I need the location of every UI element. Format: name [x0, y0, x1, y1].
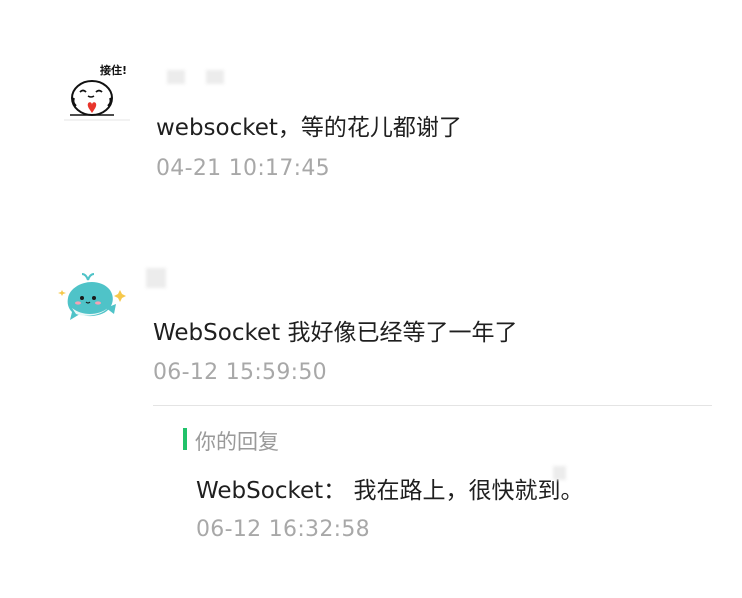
whale-avatar-icon[interactable]	[58, 268, 130, 326]
catch-sticker-avatar-icon[interactable]: 接住!	[64, 58, 130, 124]
avatar-caption: 接住!	[100, 63, 127, 77]
reply-text: WebSocket： 我在路上，很快就到。	[196, 478, 584, 504]
reply-timestamp: 06-12 16:32:58	[196, 517, 370, 542]
comment-timestamp: 04-21 10:17:45	[156, 156, 330, 181]
reply-label: 你的回复	[195, 430, 279, 454]
comment-list: 接住! websocket，等的花儿都谢了 04-21 10:17:45 Web…	[0, 0, 742, 598]
comment-text: WebSocket 我好像已经等了一年了	[153, 320, 518, 346]
reply-indicator-bar	[183, 428, 187, 450]
comment-timestamp: 06-12 15:59:50	[153, 360, 327, 385]
blurred-username	[167, 70, 185, 84]
blurred-mark	[553, 466, 566, 480]
reply-divider	[153, 405, 712, 406]
comment-text: websocket，等的花儿都谢了	[156, 115, 462, 141]
blurred-username	[206, 70, 224, 84]
blurred-username	[146, 268, 166, 288]
